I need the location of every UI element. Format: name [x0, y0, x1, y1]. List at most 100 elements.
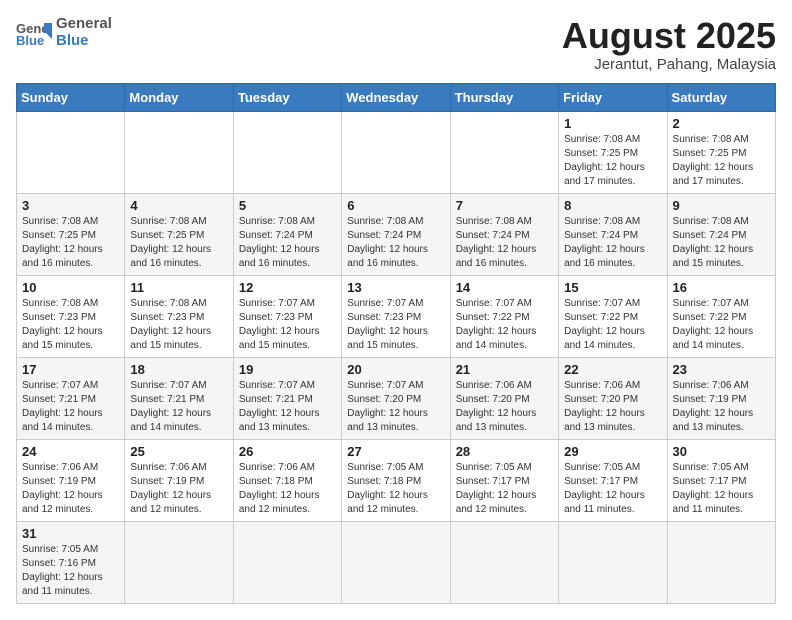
day-number: 19	[239, 362, 336, 377]
day-info: Sunrise: 7:06 AM Sunset: 7:19 PM Dayligh…	[130, 461, 227, 517]
day-number: 17	[22, 362, 119, 377]
calendar-cell: 2Sunrise: 7:08 AM Sunset: 7:25 PM Daylig…	[667, 111, 775, 193]
calendar-cell: 8 Sunrise: 7:08 AM Sunset: 7:24 PM Daylig…	[559, 193, 667, 275]
day-info: Sunrise: 7:06 AM Sunset: 7:20 PM Dayligh…	[564, 379, 661, 435]
logo-general-text: General	[56, 16, 112, 33]
day-info: Sunrise: 7:06 AM Sunset: 7:19 PM Dayligh…	[673, 379, 770, 435]
day-info: Sunrise: 7:06 AM Sunset: 7:20 PM Dayligh…	[456, 379, 553, 435]
calendar-cell	[342, 111, 450, 193]
calendar-week-4: 17 Sunrise: 7:07 AM Sunset: 7:21 PM Dayli…	[17, 357, 776, 439]
day-number: 22	[564, 362, 661, 377]
day-info: Sunrise: 7:08 AM Sunset: 7:24 PM Dayligh…	[239, 215, 336, 271]
month-title: August 2025	[562, 16, 776, 56]
day-info: Sunrise: 7:07 AM Sunset: 7:23 PM Dayligh…	[347, 297, 444, 353]
day-info: Sunrise: 7:08 AM Sunset: 7:24 PM Dayligh…	[673, 215, 770, 271]
calendar-week-5: 24 Sunrise: 7:06 AM Sunset: 7:19 PM Dayli…	[17, 439, 776, 521]
calendar-cell: 5 Sunrise: 7:08 AM Sunset: 7:24 PM Daylig…	[233, 193, 341, 275]
day-number: 4	[130, 198, 227, 213]
day-info: Sunrise: 7:05 AM Sunset: 7:16 PM Dayligh…	[22, 543, 119, 599]
day-number: 12	[239, 280, 336, 295]
calendar-cell: 27 Sunrise: 7:05 AM Sunset: 7:18 PM Dayli…	[342, 439, 450, 521]
day-number: 31	[22, 526, 119, 541]
day-number: 23	[673, 362, 770, 377]
calendar-cell: 23 Sunrise: 7:06 AM Sunset: 7:19 PM Dayli…	[667, 357, 775, 439]
day-number: 15	[564, 280, 661, 295]
day-number: 9	[673, 198, 770, 213]
day-info: Sunrise: 7:08 AM Sunset: 7:25 PM Dayligh…	[564, 133, 661, 189]
day-number: 20	[347, 362, 444, 377]
day-number: 27	[347, 444, 444, 459]
calendar-cell: 21 Sunrise: 7:06 AM Sunset: 7:20 PM Dayli…	[450, 357, 558, 439]
calendar-cell: 10Sunrise: 7:08 AM Sunset: 7:23 PM Dayli…	[17, 275, 125, 357]
calendar-cell: 9 Sunrise: 7:08 AM Sunset: 7:24 PM Daylig…	[667, 193, 775, 275]
day-info: Sunrise: 7:08 AM Sunset: 7:24 PM Dayligh…	[456, 215, 553, 271]
title-block: August 2025 Jerantut, Pahang, Malaysia	[562, 16, 776, 73]
calendar-cell	[667, 521, 775, 603]
day-number: 1	[564, 116, 661, 131]
logo-icon: General Blue	[16, 19, 52, 47]
page-header: General Blue General Blue August 2025 Je…	[16, 16, 776, 73]
day-info: Sunrise: 7:05 AM Sunset: 7:17 PM Dayligh…	[564, 461, 661, 517]
calendar-cell: 16 Sunrise: 7:07 AM Sunset: 7:22 PM Dayli…	[667, 275, 775, 357]
calendar-cell: 7Sunrise: 7:08 AM Sunset: 7:24 PM Daylig…	[450, 193, 558, 275]
calendar-cell: 12Sunrise: 7:07 AM Sunset: 7:23 PM Dayli…	[233, 275, 341, 357]
calendar-cell: 26Sunrise: 7:06 AM Sunset: 7:18 PM Dayli…	[233, 439, 341, 521]
calendar-cell: 31 Sunrise: 7:05 AM Sunset: 7:16 PM Dayli…	[17, 521, 125, 603]
day-number: 3	[22, 198, 119, 213]
day-number: 6	[347, 198, 444, 213]
day-info: Sunrise: 7:07 AM Sunset: 7:21 PM Dayligh…	[22, 379, 119, 435]
day-number: 8	[564, 198, 661, 213]
day-info: Sunrise: 7:06 AM Sunset: 7:19 PM Dayligh…	[22, 461, 119, 517]
logo: General Blue General Blue	[16, 16, 112, 49]
calendar-week-3: 10Sunrise: 7:08 AM Sunset: 7:23 PM Dayli…	[17, 275, 776, 357]
calendar-cell: 14 Sunrise: 7:07 AM Sunset: 7:22 PM Dayli…	[450, 275, 558, 357]
calendar-cell: 3 Sunrise: 7:08 AM Sunset: 7:25 PM Daylig…	[17, 193, 125, 275]
day-info: Sunrise: 7:05 AM Sunset: 7:17 PM Dayligh…	[673, 461, 770, 517]
day-info: Sunrise: 7:08 AM Sunset: 7:23 PM Dayligh…	[130, 297, 227, 353]
day-info: Sunrise: 7:08 AM Sunset: 7:24 PM Dayligh…	[564, 215, 661, 271]
column-header-sunday: Sunday	[17, 83, 125, 111]
column-header-friday: Friday	[559, 83, 667, 111]
day-number: 16	[673, 280, 770, 295]
location-text: Jerantut, Pahang, Malaysia	[562, 56, 776, 73]
calendar-cell	[233, 111, 341, 193]
calendar-week-2: 3 Sunrise: 7:08 AM Sunset: 7:25 PM Daylig…	[17, 193, 776, 275]
svg-text:Blue: Blue	[16, 33, 44, 47]
day-number: 5	[239, 198, 336, 213]
day-info: Sunrise: 7:08 AM Sunset: 7:23 PM Dayligh…	[22, 297, 119, 353]
calendar-cell: 17 Sunrise: 7:07 AM Sunset: 7:21 PM Dayli…	[17, 357, 125, 439]
calendar-header-row: SundayMondayTuesdayWednesdayThursdayFrid…	[17, 83, 776, 111]
column-header-monday: Monday	[125, 83, 233, 111]
day-info: Sunrise: 7:07 AM Sunset: 7:21 PM Dayligh…	[130, 379, 227, 435]
calendar-cell	[125, 111, 233, 193]
day-info: Sunrise: 7:07 AM Sunset: 7:21 PM Dayligh…	[239, 379, 336, 435]
calendar-cell	[450, 111, 558, 193]
calendar-cell: 20Sunrise: 7:07 AM Sunset: 7:20 PM Dayli…	[342, 357, 450, 439]
day-number: 2	[673, 116, 770, 131]
logo-blue-text: Blue	[56, 33, 112, 50]
day-info: Sunrise: 7:05 AM Sunset: 7:17 PM Dayligh…	[456, 461, 553, 517]
column-header-wednesday: Wednesday	[342, 83, 450, 111]
day-info: Sunrise: 7:05 AM Sunset: 7:18 PM Dayligh…	[347, 461, 444, 517]
calendar-week-1: 1 Sunrise: 7:08 AM Sunset: 7:25 PM Daylig…	[17, 111, 776, 193]
calendar-cell: 19 Sunrise: 7:07 AM Sunset: 7:21 PM Dayli…	[233, 357, 341, 439]
day-number: 11	[130, 280, 227, 295]
column-header-tuesday: Tuesday	[233, 83, 341, 111]
day-number: 21	[456, 362, 553, 377]
calendar-cell: 6 Sunrise: 7:08 AM Sunset: 7:24 PM Daylig…	[342, 193, 450, 275]
day-number: 13	[347, 280, 444, 295]
day-info: Sunrise: 7:08 AM Sunset: 7:24 PM Dayligh…	[347, 215, 444, 271]
day-info: Sunrise: 7:07 AM Sunset: 7:22 PM Dayligh…	[673, 297, 770, 353]
calendar-cell: 15Sunrise: 7:07 AM Sunset: 7:22 PM Dayli…	[559, 275, 667, 357]
calendar-cell	[125, 521, 233, 603]
day-number: 26	[239, 444, 336, 459]
calendar-cell	[17, 111, 125, 193]
day-info: Sunrise: 7:08 AM Sunset: 7:25 PM Dayligh…	[130, 215, 227, 271]
column-header-saturday: Saturday	[667, 83, 775, 111]
day-number: 29	[564, 444, 661, 459]
calendar-week-6: 31 Sunrise: 7:05 AM Sunset: 7:16 PM Dayli…	[17, 521, 776, 603]
day-number: 24	[22, 444, 119, 459]
day-info: Sunrise: 7:08 AM Sunset: 7:25 PM Dayligh…	[22, 215, 119, 271]
day-number: 14	[456, 280, 553, 295]
day-info: Sunrise: 7:07 AM Sunset: 7:22 PM Dayligh…	[456, 297, 553, 353]
